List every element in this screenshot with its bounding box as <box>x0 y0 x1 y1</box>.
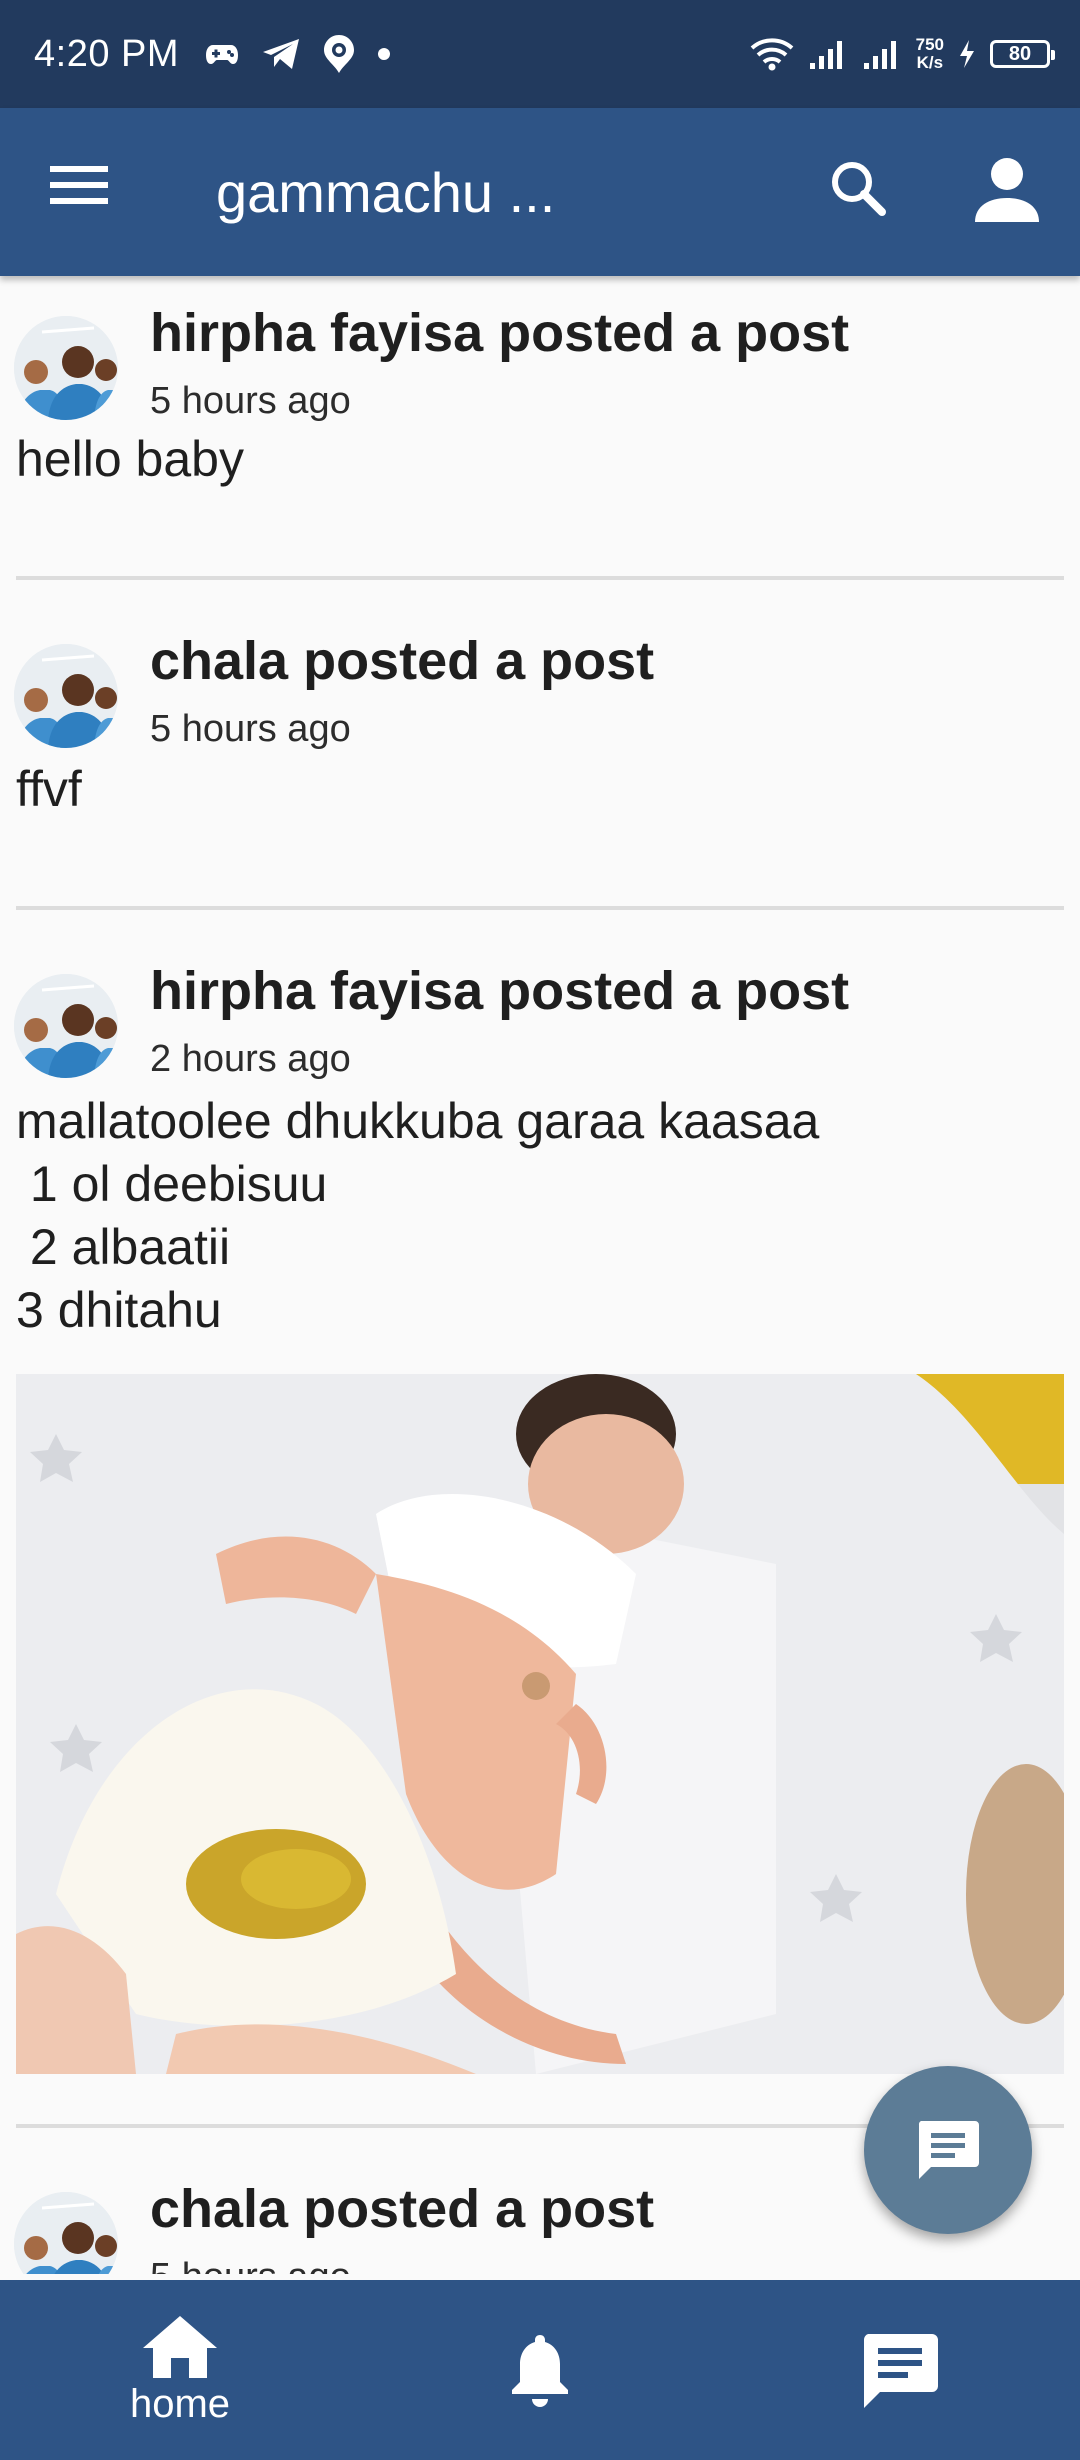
post-timestamp: 5 hours ago <box>150 708 351 750</box>
search-icon[interactable] <box>828 158 888 218</box>
post-image[interactable] <box>16 1374 1064 2074</box>
bell-icon <box>512 2335 568 2407</box>
telegram-icon <box>263 39 300 69</box>
network-speed-value: 750 <box>915 35 944 54</box>
post-author-title: chala posted a post <box>150 631 655 691</box>
avatar[interactable] <box>14 316 118 420</box>
post-author-title: hirpha fayisa posted a post <box>150 303 850 363</box>
app-bar: gammachu ... <box>0 108 1080 276</box>
battery-level: 80 <box>1008 42 1032 65</box>
location-pin-icon <box>324 35 355 73</box>
post-item[interactable]: chala posted a post 5 hours ago ffvf <box>0 580 1080 910</box>
battery-indicator: 80 <box>990 40 1055 68</box>
avatar[interactable] <box>14 974 118 1078</box>
post-header: hirpha fayisa posted a post 5 hours ago <box>0 276 1080 422</box>
post-author-title: chala posted a post <box>150 2179 655 2239</box>
dot-icon <box>378 48 391 60</box>
nav-notifications[interactable] <box>360 2280 720 2460</box>
post-text: mallatoolee dhukkuba garaa kaasaa 1 ol d… <box>16 1093 820 1338</box>
bottom-navigation: home <box>0 2280 1080 2460</box>
avatar[interactable] <box>14 2192 118 2274</box>
post-text: hello baby <box>16 431 244 487</box>
signal-sim2-icon <box>863 41 896 69</box>
menu-icon[interactable] <box>50 164 108 206</box>
home-icon <box>143 2315 217 2378</box>
nav-home-label: home <box>129 2381 231 2426</box>
post-header: chala posted a post 5 hours ago <box>0 580 1080 750</box>
network-speed: 750 K/s <box>916 36 944 72</box>
nav-messages[interactable] <box>720 2280 1080 2460</box>
account-icon[interactable] <box>972 156 1042 224</box>
post-timestamp: 5 hours ago <box>150 2256 351 2274</box>
avatar[interactable] <box>14 644 118 748</box>
post-timestamp: 2 hours ago <box>150 1038 351 1080</box>
avatar-image <box>14 2192 118 2274</box>
chat-fab-button[interactable] <box>864 2066 1032 2234</box>
wifi-icon <box>750 38 793 71</box>
status-bar: 4:20 PM 750 K/s 80 <box>0 0 1080 108</box>
app-title: gammachu ... <box>216 161 556 224</box>
post-header: hirpha fayisa posted a post 2 hours ago <box>0 910 1080 1080</box>
avatar-image <box>14 644 118 748</box>
chat-icon <box>918 2121 979 2179</box>
post-item[interactable]: hirpha fayisa posted a post 5 hours ago … <box>0 276 1080 580</box>
post-item[interactable]: hirpha fayisa posted a post 2 hours ago … <box>0 910 1080 2128</box>
gamepad-icon <box>206 45 239 64</box>
charging-icon <box>960 40 974 68</box>
post-text: ffvf <box>16 761 82 817</box>
avatar-image <box>14 316 118 420</box>
status-time: 4:20 PM <box>34 32 180 75</box>
message-icon <box>863 2334 938 2408</box>
network-speed-unit: K/s <box>916 53 944 72</box>
status-notification-icons <box>205 34 391 74</box>
nav-home[interactable]: home <box>0 2280 360 2460</box>
signal-sim1-icon <box>809 41 842 69</box>
post-feed[interactable]: hirpha fayisa posted a post 5 hours ago … <box>0 276 1080 2274</box>
avatar-image <box>14 974 118 1078</box>
post-author-title: hirpha fayisa posted a post <box>150 961 850 1021</box>
post-timestamp: 5 hours ago <box>150 380 351 422</box>
